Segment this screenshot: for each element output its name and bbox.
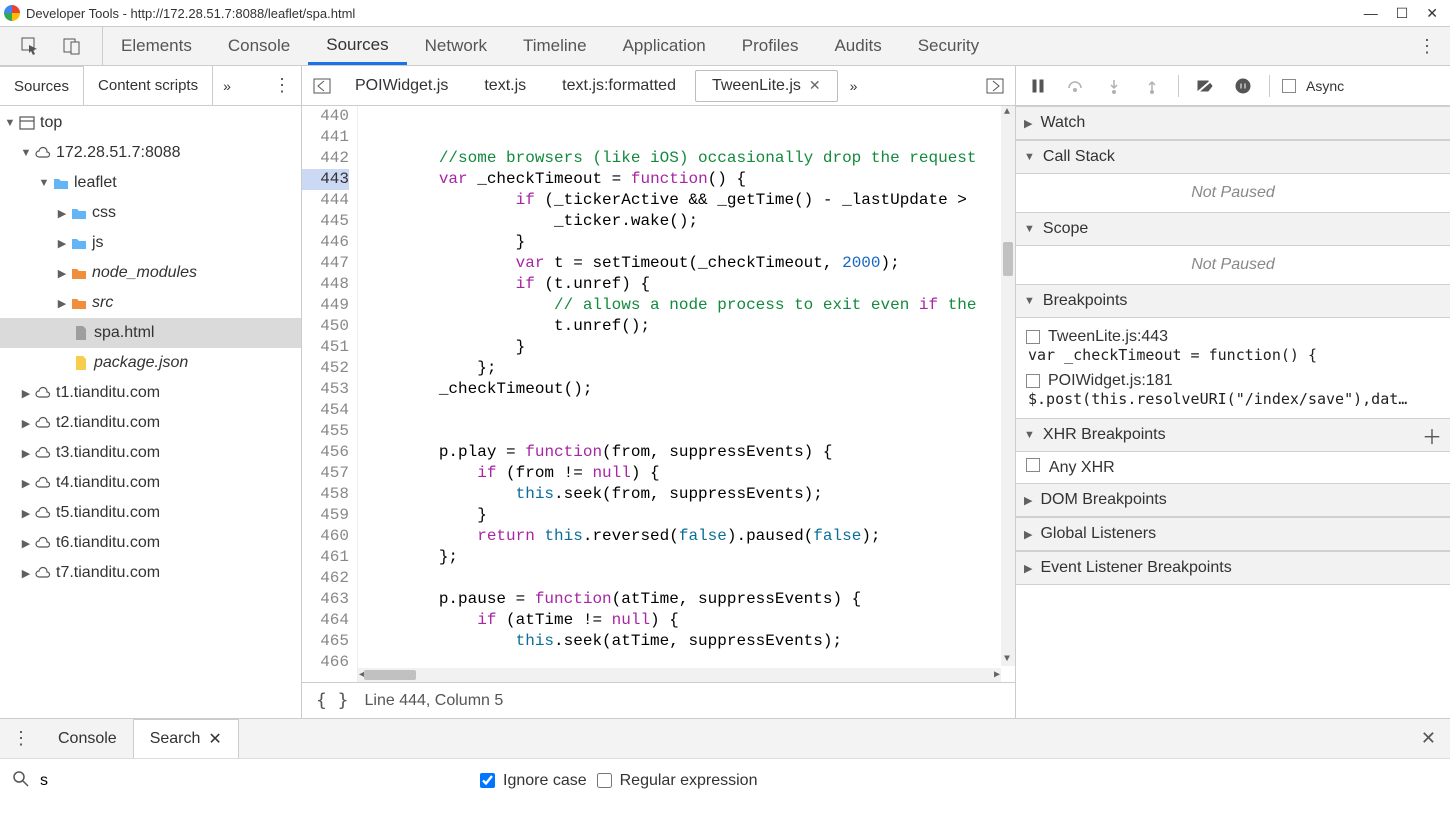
editor-tabs-overflow-icon[interactable]: » xyxy=(840,78,868,94)
panel-watch[interactable]: ▶Watch xyxy=(1016,106,1450,140)
vertical-scrollbar[interactable]: ▲▼ xyxy=(1001,106,1015,666)
panel-call-stack[interactable]: ▼Call Stack xyxy=(1016,140,1450,174)
panel-global-listeners[interactable]: ▶Global Listeners xyxy=(1016,517,1450,551)
editor-tab-tweenlite[interactable]: TweenLite.js✕ xyxy=(695,70,838,102)
editor-pane: POIWidget.js text.js text.js:formatted T… xyxy=(302,66,1016,718)
tree-leaflet[interactable]: ▼leaflet xyxy=(0,168,301,198)
search-bar: Ignore case Regular expression xyxy=(0,758,1450,802)
horizontal-scrollbar[interactable]: ◀▶ xyxy=(358,668,1001,682)
tab-elements[interactable]: Elements xyxy=(103,27,210,65)
tree-t3[interactable]: ▶t3.tianditu.com xyxy=(0,438,301,468)
line-gutter[interactable]: 4404414424434444454464474484494504514524… xyxy=(302,106,358,682)
toggle-navigator-icon[interactable] xyxy=(308,72,336,100)
panel-xhr-breakpoints[interactable]: ▼XHR Breakpoints＋ xyxy=(1016,418,1450,452)
panel-breakpoints[interactable]: ▼Breakpoints xyxy=(1016,284,1450,318)
tab-console[interactable]: Console xyxy=(210,27,308,65)
cursor-position: Line 444, Column 5 xyxy=(365,692,504,710)
drawer-tab-console[interactable]: Console xyxy=(42,719,133,758)
tab-timeline[interactable]: Timeline xyxy=(505,27,605,65)
tree-t1[interactable]: ▶t1.tianditu.com xyxy=(0,378,301,408)
pause-icon[interactable] xyxy=(1024,72,1052,100)
sidebar-tab-content-scripts[interactable]: Content scripts xyxy=(84,66,213,105)
any-xhr-checkbox[interactable] xyxy=(1026,458,1040,472)
search-input[interactable] xyxy=(40,772,470,790)
close-window-button[interactable]: ✕ xyxy=(1426,5,1438,22)
breakpoint-checkbox[interactable] xyxy=(1026,374,1040,388)
close-tab-icon[interactable]: ✕ xyxy=(809,77,821,94)
window-title: Developer Tools - http://172.28.51.7:808… xyxy=(26,6,355,21)
sidebar-tabs-overflow-icon[interactable]: » xyxy=(213,78,241,94)
tree-t2[interactable]: ▶t2.tianditu.com xyxy=(0,408,301,438)
tree-package-json[interactable]: package.json xyxy=(0,348,301,378)
editor-tab-poiwidget[interactable]: POIWidget.js xyxy=(338,70,465,102)
tree-t5[interactable]: ▶t5.tianditu.com xyxy=(0,498,301,528)
pause-on-exceptions-icon[interactable] xyxy=(1229,72,1257,100)
breakpoints-body: TweenLite.js:443 var _checkTimeout = fun… xyxy=(1016,318,1450,418)
search-icon xyxy=(12,770,30,791)
tab-profiles[interactable]: Profiles xyxy=(724,27,817,65)
scope-body: Not Paused xyxy=(1016,246,1450,284)
tree-src[interactable]: ▶src xyxy=(0,288,301,318)
window-titlebar: Developer Tools - http://172.28.51.7:808… xyxy=(0,0,1450,26)
panel-scope[interactable]: ▼Scope xyxy=(1016,212,1450,246)
async-label: Async xyxy=(1306,78,1344,94)
file-tree[interactable]: ▼top ▼172.28.51.7:8088 ▼leaflet ▶css ▶js… xyxy=(0,106,301,718)
ignore-case-checkbox[interactable] xyxy=(480,773,495,788)
drawer-tabs: ⋮ Console Search✕ ✕ xyxy=(0,718,1450,758)
code-editor[interactable]: //some browsers (like iOS) occasionally … xyxy=(358,106,1015,682)
async-checkbox[interactable] xyxy=(1282,79,1296,93)
tab-application[interactable]: Application xyxy=(605,27,724,65)
xhr-body: Any XHR xyxy=(1016,452,1450,483)
tree-t6[interactable]: ▶t6.tianditu.com xyxy=(0,528,301,558)
tab-audits[interactable]: Audits xyxy=(816,27,899,65)
tab-security[interactable]: Security xyxy=(900,27,997,65)
tree-top[interactable]: ▼top xyxy=(0,108,301,138)
breakpoint-item[interactable]: POIWidget.js:181 $.post(this.resolveURI(… xyxy=(1026,368,1440,412)
pretty-print-icon[interactable]: { } xyxy=(316,690,349,711)
toggle-debugger-pane-icon[interactable] xyxy=(981,72,1009,100)
step-out-icon[interactable] xyxy=(1138,72,1166,100)
editor-tab-text[interactable]: text.js xyxy=(467,70,543,102)
maximize-button[interactable]: ☐ xyxy=(1396,5,1409,22)
regex-checkbox[interactable] xyxy=(597,773,612,788)
chrome-icon xyxy=(4,5,20,21)
add-xhr-breakpoint-icon[interactable]: ＋ xyxy=(1422,421,1442,450)
tree-js[interactable]: ▶js xyxy=(0,228,301,258)
inspect-element-icon[interactable] xyxy=(16,32,44,60)
drawer-menu-kebab-icon[interactable]: ⋮ xyxy=(0,728,42,749)
tree-spa-html[interactable]: spa.html xyxy=(0,318,301,348)
close-search-tab-icon[interactable]: ✕ xyxy=(208,729,221,749)
editor-tab-text-formatted[interactable]: text.js:formatted xyxy=(545,70,693,102)
breakpoint-item[interactable]: TweenLite.js:443 var _checkTimeout = fun… xyxy=(1026,324,1440,368)
panel-dom-breakpoints[interactable]: ▶DOM Breakpoints xyxy=(1016,483,1450,517)
debugger-pane: Async ▶Watch ▼Call Stack Not Paused ▼Sco… xyxy=(1016,66,1450,718)
tree-node-modules[interactable]: ▶node_modules xyxy=(0,258,301,288)
tab-sources[interactable]: Sources xyxy=(308,27,406,65)
devtools-main-tabs: Elements Console Sources Network Timelin… xyxy=(0,26,1450,66)
tree-t4[interactable]: ▶t4.tianditu.com xyxy=(0,468,301,498)
tree-host[interactable]: ▼172.28.51.7:8088 xyxy=(0,138,301,168)
panel-event-listener-breakpoints[interactable]: ▶Event Listener Breakpoints xyxy=(1016,551,1450,585)
call-stack-body: Not Paused xyxy=(1016,174,1450,212)
breakpoint-checkbox[interactable] xyxy=(1026,330,1040,344)
tree-css[interactable]: ▶css xyxy=(0,198,301,228)
ignore-case-option[interactable]: Ignore case xyxy=(480,772,587,790)
device-toggle-icon[interactable] xyxy=(58,32,86,60)
sidebar-menu-kebab-icon[interactable]: ⋮ xyxy=(263,75,301,96)
regex-option[interactable]: Regular expression xyxy=(597,772,758,790)
sources-sidebar: Sources Content scripts » ⋮ ▼top ▼172.28… xyxy=(0,66,302,718)
drawer-tab-search[interactable]: Search✕ xyxy=(133,719,239,758)
tab-network[interactable]: Network xyxy=(407,27,505,65)
minimize-button[interactable]: — xyxy=(1364,5,1378,22)
close-drawer-icon[interactable]: ✕ xyxy=(1407,728,1450,749)
sidebar-tab-sources[interactable]: Sources xyxy=(0,66,84,105)
step-into-icon[interactable] xyxy=(1100,72,1128,100)
deactivate-breakpoints-icon[interactable] xyxy=(1191,72,1219,100)
main-menu-kebab-icon[interactable]: ⋮ xyxy=(1404,36,1450,57)
step-over-icon[interactable] xyxy=(1062,72,1090,100)
tree-t7[interactable]: ▶t7.tianditu.com xyxy=(0,558,301,588)
